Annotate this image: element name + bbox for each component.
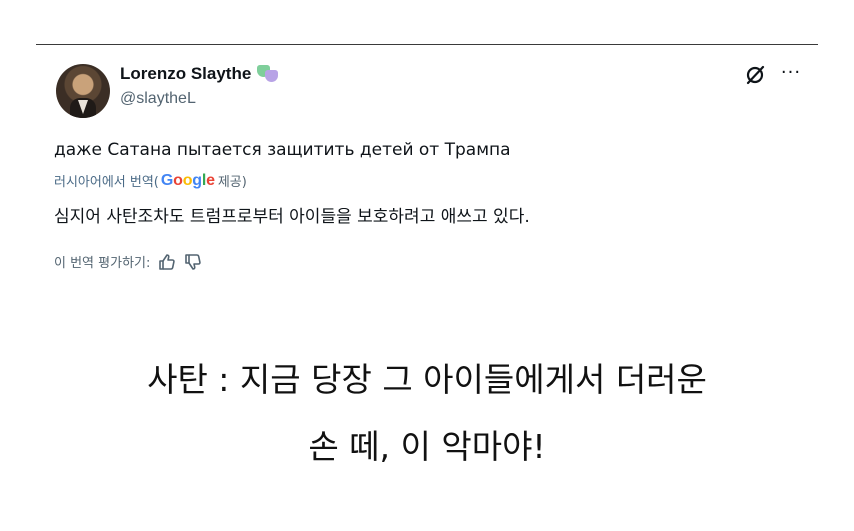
translated-from-label[interactable]: 러시아어에서 번역( bbox=[54, 171, 159, 190]
avatar[interactable] bbox=[56, 64, 110, 118]
display-name[interactable]: Lorenzo Slaythe bbox=[120, 64, 251, 84]
masks-icon bbox=[257, 65, 279, 83]
caption-line-2: 손 떼, 이 악마야! bbox=[308, 427, 546, 466]
tweet-translated-text: 심지어 사탄조차도 트럼프로부터 아이들을 보호하려고 애쓰고 있다. bbox=[54, 207, 530, 227]
tweet-original-text: даже Сатана пытается защитить детей от Т… bbox=[54, 140, 511, 160]
more-icon[interactable]: ··· bbox=[780, 62, 802, 84]
rate-translation-row: 이 번역 평가하기: bbox=[54, 252, 202, 271]
user-handle[interactable]: @slaytheL bbox=[120, 90, 196, 108]
thumbs-down-icon[interactable] bbox=[184, 253, 202, 271]
google-logo: Google bbox=[160, 171, 215, 189]
translation-attribution: 러시아어에서 번역( Google 제공) bbox=[54, 171, 247, 191]
rate-translation-label: 이 번역 평가하기: bbox=[54, 256, 151, 271]
grok-icon[interactable] bbox=[744, 64, 766, 86]
thumbs-up-icon[interactable] bbox=[158, 253, 176, 271]
translator-suffix: 제공) bbox=[217, 175, 247, 190]
top-divider bbox=[36, 44, 818, 45]
author-name-row: Lorenzo Slaythe bbox=[120, 64, 279, 84]
caption-line-1: 사탄 : 지금 당장 그 아이들에게서 더러운 bbox=[147, 360, 707, 399]
